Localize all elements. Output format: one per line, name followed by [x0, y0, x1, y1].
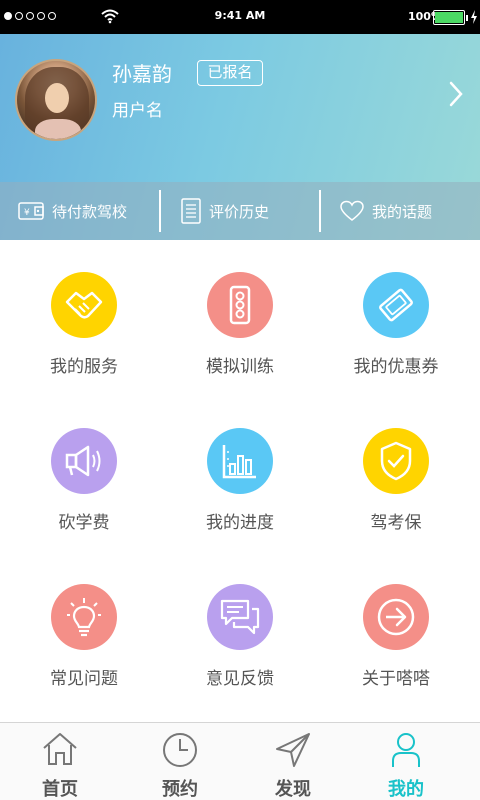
- tab-label: 我的: [388, 779, 424, 800]
- grid-item-exam-insurance[interactable]: 驾考保: [316, 396, 476, 533]
- shield-check-icon: [363, 428, 429, 494]
- tab-label: 首页: [42, 779, 78, 800]
- grid-item-label: 意见反馈: [206, 669, 274, 689]
- battery-icon: [433, 10, 468, 25]
- divider: [159, 190, 161, 232]
- profile-shortcut-bar: ¥ 待付款驾校 评价历史 我的话题: [0, 182, 480, 240]
- tab-label: 发现: [275, 779, 311, 800]
- handshake-icon: [51, 272, 117, 338]
- grid-item-cut-tuition[interactable]: 砍学费: [4, 396, 164, 533]
- shortcut-review-history[interactable]: 评价历史: [181, 182, 269, 240]
- tab-home[interactable]: 首页: [0, 723, 120, 800]
- megaphone-icon: [51, 428, 117, 494]
- bottom-tab-bar: 首页 预约 发现 我的: [0, 722, 480, 800]
- grid-item-about[interactable]: 关于嗒嗒: [316, 552, 476, 689]
- clock-icon: [163, 733, 197, 767]
- grid-item-label: 我的服务: [50, 357, 118, 377]
- shortcut-label: 我的话题: [372, 202, 433, 221]
- ticket-icon: [363, 272, 429, 338]
- lightbulb-icon: [51, 584, 117, 650]
- person-icon: [392, 733, 420, 767]
- arrow-circle-icon: [363, 584, 429, 650]
- send-icon: [276, 733, 310, 767]
- grid-item-my-services[interactable]: 我的服务: [4, 240, 164, 377]
- grid-item-label: 我的优惠券: [353, 357, 439, 377]
- grid-item-my-progress[interactable]: 我的进度: [160, 396, 320, 533]
- tab-label: 预约: [162, 779, 198, 800]
- list-document-icon: [181, 198, 201, 224]
- svg-text:¥: ¥: [24, 208, 30, 218]
- grid-item-label: 常见问题: [50, 669, 118, 689]
- registration-status-badge: 已报名: [197, 60, 263, 86]
- tab-discover[interactable]: 发现: [233, 723, 353, 800]
- profile-username: 用户名: [112, 101, 163, 121]
- shortcut-label: 待付款驾校: [52, 202, 128, 221]
- chevron-right-icon[interactable]: [448, 80, 464, 108]
- home-icon: [43, 733, 77, 765]
- divider: [319, 190, 321, 232]
- grid-item-label: 我的进度: [206, 513, 274, 533]
- profile-header: 孙嘉韵 已报名 用户名 ¥ 待付款驾校 评价历史 我的话题: [0, 34, 480, 240]
- grid-item-label: 模拟训练: [206, 357, 274, 377]
- grid-item-my-coupons[interactable]: 我的优惠券: [316, 240, 476, 377]
- shortcut-label: 评价历史: [209, 202, 270, 221]
- tab-mine[interactable]: 我的: [346, 723, 466, 800]
- shortcut-pending-payment[interactable]: ¥ 待付款驾校: [18, 182, 127, 240]
- grid-item-label: 驾考保: [370, 513, 422, 533]
- heart-icon: [340, 200, 364, 221]
- grid-item-simulation-training[interactable]: 模拟训练: [160, 240, 320, 377]
- profile-name: 孙嘉韵: [112, 62, 172, 86]
- tab-booking[interactable]: 预约: [120, 723, 240, 800]
- traffic-light-icon: [207, 272, 273, 338]
- wallet-icon: ¥: [18, 202, 44, 220]
- charging-icon: [471, 10, 477, 24]
- profile-screen: 9:41 AM 100% 孙嘉韵 已报名 用户名 ¥ 待付款驾校 评价历史 我的…: [0, 0, 480, 800]
- avatar[interactable]: [15, 59, 97, 141]
- status-bar: 9:41 AM 100%: [0, 0, 480, 34]
- bar-chart-icon: [207, 428, 273, 494]
- chat-bubbles-icon: [207, 584, 273, 650]
- grid-item-feedback[interactable]: 意见反馈: [160, 552, 320, 689]
- grid-item-faq[interactable]: 常见问题: [4, 552, 164, 689]
- shortcut-my-topics[interactable]: 我的话题: [340, 182, 432, 240]
- grid-item-label: 关于嗒嗒: [362, 669, 430, 689]
- grid-item-label: 砍学费: [58, 513, 110, 533]
